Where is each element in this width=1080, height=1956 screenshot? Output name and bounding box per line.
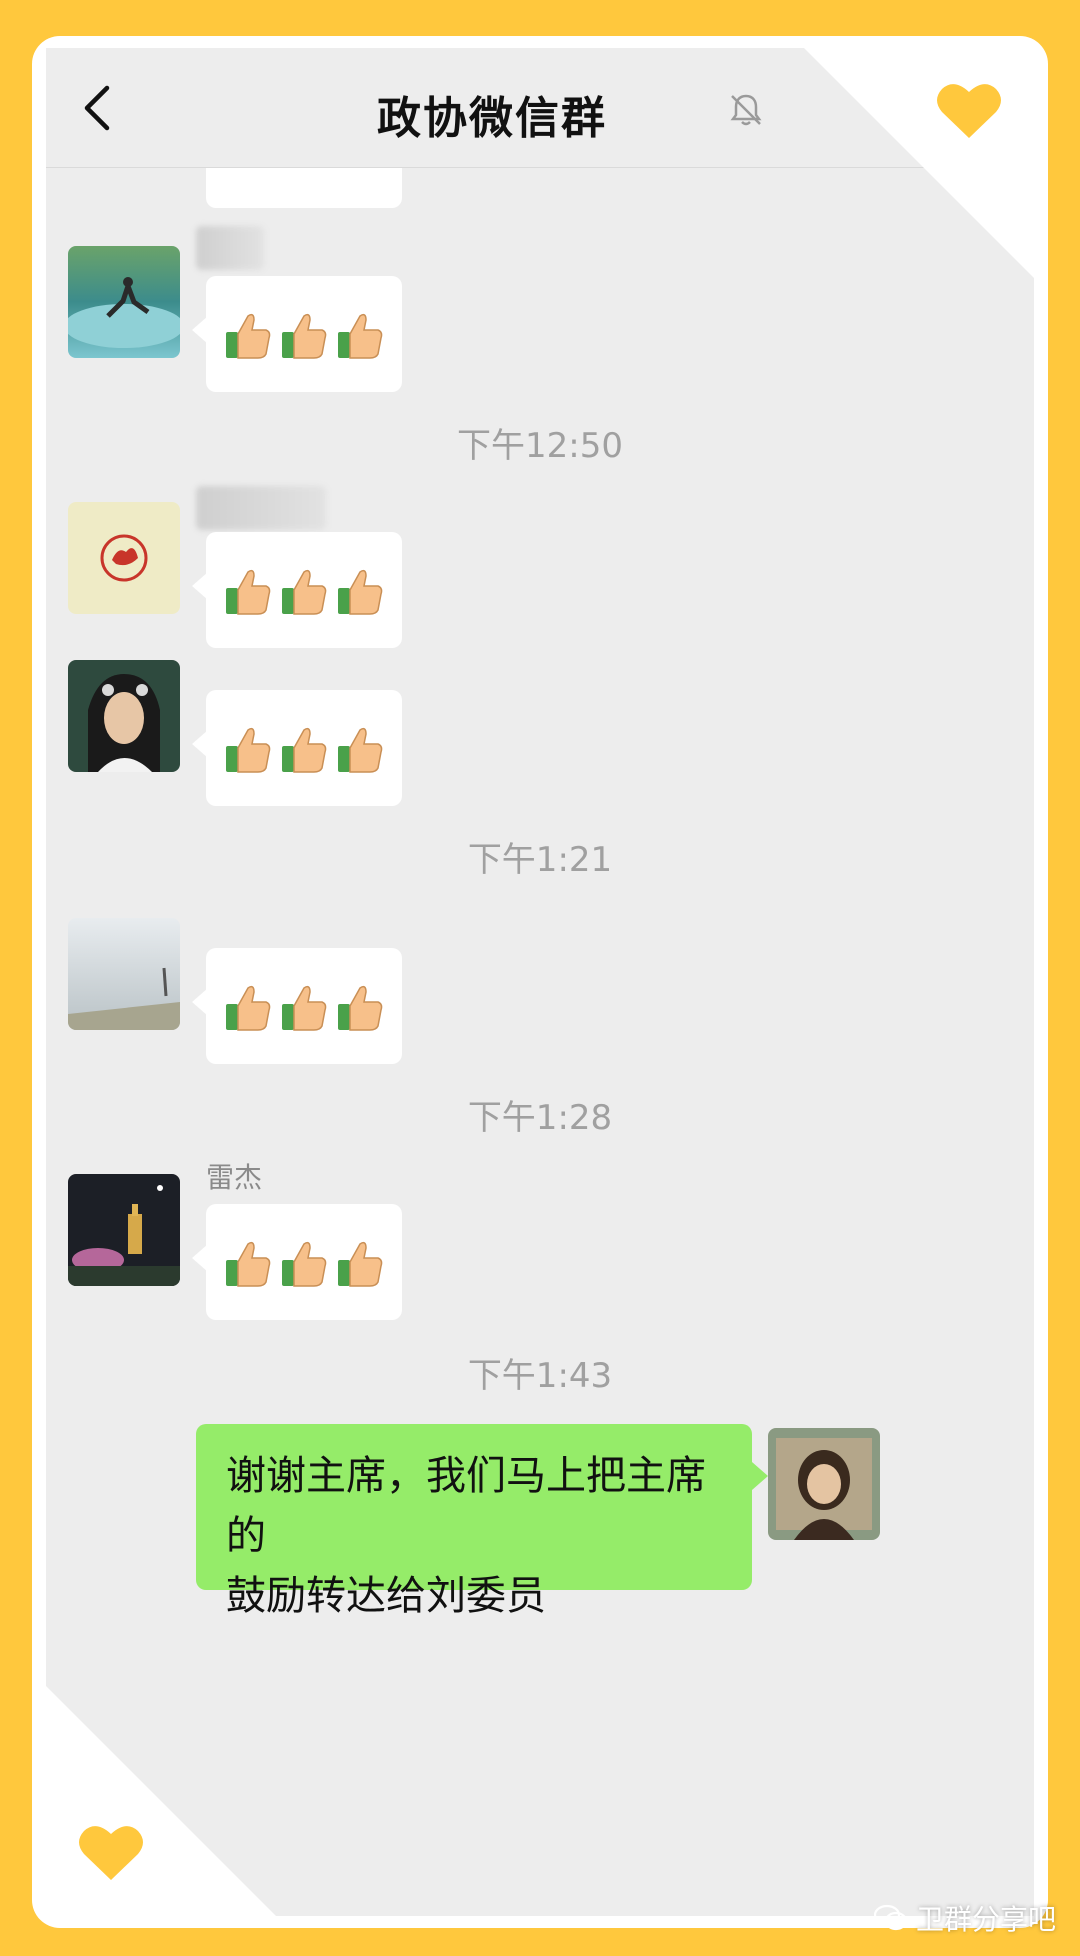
- thumbs-up-icon: [226, 1241, 271, 1287]
- avatar-image: [68, 660, 180, 772]
- timestamp: 下午1:28: [467, 1098, 613, 1138]
- avatar[interactable]: [68, 246, 180, 358]
- timestamp: 下午1:43: [467, 1356, 613, 1396]
- thumbs-up-icon: [226, 727, 271, 773]
- avatar-image: [68, 502, 180, 614]
- thumbs-up-icon: [282, 727, 327, 773]
- avatar[interactable]: [68, 1174, 180, 1286]
- mute-bell-icon: [730, 94, 762, 126]
- avatar[interactable]: [68, 918, 180, 1030]
- decorative-frame: 政协微信群 👍�: [32, 36, 1048, 1928]
- own-message-line: 鼓励转达给刘委员: [226, 1573, 546, 1619]
- thumbs-up-icon: [226, 313, 271, 359]
- own-avatar[interactable]: [768, 1428, 880, 1540]
- timestamp: 下午12:50: [457, 426, 623, 466]
- thumbs-up-icon: [338, 727, 383, 773]
- avatar-image: [68, 1174, 180, 1286]
- sender-name-blurred: [196, 486, 326, 530]
- heart-icon: [937, 84, 1001, 138]
- thumbs-up-icon: [282, 569, 327, 615]
- thumbs-up-icon: [282, 313, 327, 359]
- own-message-bubble[interactable]: 谢谢主席，我们马上把主席的 鼓励转达给刘委员: [196, 1424, 768, 1619]
- message-bubble-partial: [206, 168, 402, 208]
- thumbs-up-icon: [338, 1241, 383, 1287]
- avatar-image: [68, 246, 180, 358]
- chat-title-text: 政协微信群: [377, 93, 607, 144]
- wechat-logo-icon: [873, 1904, 908, 1931]
- thumbs-up-icon: [282, 985, 327, 1031]
- avatar[interactable]: [68, 660, 180, 772]
- heart-icon: [79, 1826, 143, 1880]
- watermark-text: 卫群分享吧: [915, 1903, 1056, 1936]
- sender-name: 雷杰: [206, 1161, 263, 1194]
- chat-screen: 政协微信群 👍�: [46, 48, 1034, 1916]
- thumbs-up-icon: [282, 1241, 327, 1287]
- timestamp: 下午1:21: [467, 840, 613, 880]
- avatar-image: [768, 1428, 880, 1540]
- message-bubble[interactable]: 👍👍👍: [192, 276, 402, 392]
- thumbs-up-icon: [338, 313, 383, 359]
- thumbs-up-icon: [226, 985, 271, 1031]
- thumbs-up-icon: [338, 985, 383, 1031]
- avatar-image: [68, 918, 180, 1030]
- thumbs-up-icon: [338, 569, 383, 615]
- thumbs-up-icon: [226, 569, 271, 615]
- message-bubble[interactable]: 👍👍👍: [192, 532, 402, 648]
- own-message-line: 谢谢主席，我们马上把主席的: [226, 1453, 706, 1559]
- message-bubble[interactable]: 👍👍👍: [192, 1204, 402, 1320]
- message-bubble[interactable]: 👍👍👍: [192, 948, 402, 1064]
- avatar[interactable]: [68, 502, 180, 614]
- message-list[interactable]: 👍👍👍 下午12:50 👍👍👍: [46, 168, 1034, 1916]
- watermark: 卫群分享吧: [873, 1898, 1056, 1938]
- message-bubble[interactable]: 👍👍👍: [192, 690, 402, 806]
- sender-name-blurred: [196, 226, 264, 270]
